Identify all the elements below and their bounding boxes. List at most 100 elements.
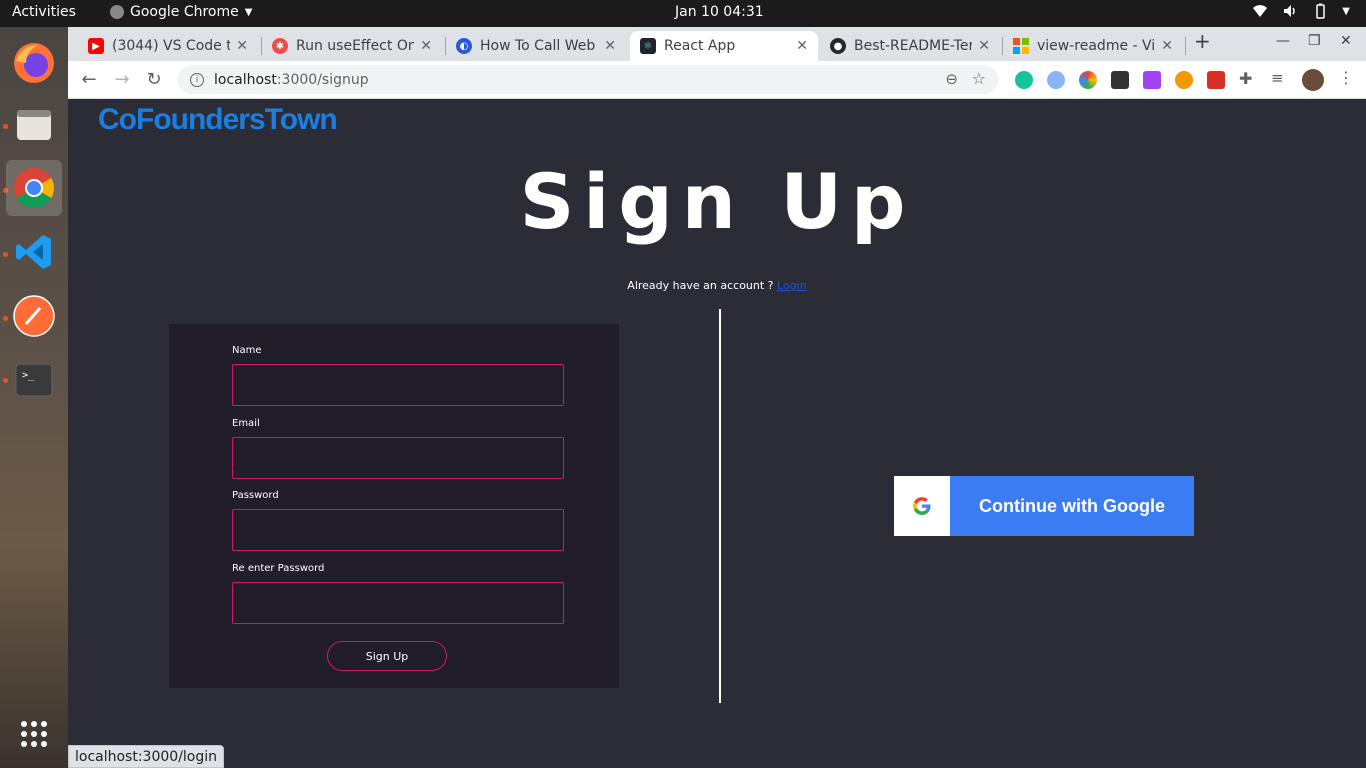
tab-title: Best-README-Ter — [854, 38, 973, 54]
name-label: Name — [232, 345, 262, 356]
dock: >_ — [0, 27, 68, 768]
avatar[interactable] — [1302, 69, 1324, 91]
terminal-launcher[interactable]: >_ — [6, 352, 62, 408]
pen-icon[interactable] — [1143, 71, 1161, 89]
wifi-icon — [1252, 3, 1268, 19]
tab-strip: ▶ (3044) VS Code tip ✕ ✱ Run useEffect O… — [68, 27, 1366, 61]
chrome-window: ▶ (3044) VS Code tip ✕ ✱ Run useEffect O… — [68, 27, 1366, 768]
microsoft-icon — [1013, 38, 1029, 54]
google-g-icon — [894, 476, 950, 536]
browser-toolbar: ← → ↻ i localhost:3000/signup ⊖ ☆ ✚ ≡ ⋮ — [68, 61, 1366, 99]
url-path: :3000/signup — [276, 71, 369, 88]
grammarly-icon[interactable] — [1015, 71, 1033, 89]
reenter-password-input[interactable] — [232, 582, 564, 624]
chrome-small-icon — [110, 5, 124, 19]
google-button-label: Continue with Google — [979, 495, 1165, 516]
address-bar[interactable]: i localhost:3000/signup ⊖ ☆ — [178, 65, 998, 94]
info-icon[interactable]: i — [190, 72, 204, 87]
app-grid-icon — [21, 721, 47, 747]
youtube-icon: ▶ — [88, 38, 104, 54]
firefox-launcher[interactable] — [6, 35, 62, 91]
files-launcher[interactable] — [6, 97, 62, 153]
close-window-button[interactable]: ✕ — [1340, 33, 1352, 49]
tab-youtube[interactable]: ▶ (3044) VS Code tip ✕ — [78, 31, 258, 61]
close-icon[interactable]: ✕ — [1161, 38, 1173, 54]
kebab-menu-icon[interactable]: ⋮ — [1338, 68, 1356, 87]
tab-separator — [1185, 37, 1186, 55]
page-content: CoFoundersTown Sign Up Already have an a… — [68, 99, 1366, 768]
extension-icon[interactable] — [1175, 71, 1193, 89]
battery-icon — [1312, 3, 1328, 19]
tab-title: Run useEffect On — [296, 38, 415, 54]
activities-button[interactable]: Activities — [12, 4, 76, 20]
signup-button[interactable]: Sign Up — [327, 641, 447, 671]
eyedropper-icon[interactable] — [1111, 71, 1129, 89]
postman-launcher[interactable] — [6, 288, 62, 344]
system-tray[interactable]: ▼ — [1252, 3, 1350, 19]
login-link[interactable]: Login — [777, 279, 807, 292]
clock[interactable]: Jan 10 04:31 — [675, 4, 764, 20]
minimize-button[interactable]: — — [1276, 33, 1290, 49]
name-input[interactable] — [232, 364, 564, 406]
restore-button[interactable]: ❐ — [1308, 33, 1321, 49]
status-bar-url: localhost:3000/login — [68, 745, 225, 768]
site-logo[interactable]: CoFoundersTown — [98, 103, 338, 137]
password-label: Password — [232, 490, 279, 501]
email-input[interactable] — [232, 437, 564, 479]
postman-icon — [13, 295, 55, 337]
close-icon[interactable]: ✕ — [978, 38, 990, 54]
react-icon: ⚛ — [640, 38, 656, 54]
chrome-icon — [14, 168, 54, 208]
terminal-icon: >_ — [15, 363, 53, 397]
url-text: localhost:3000/signup — [214, 72, 369, 88]
google-signin-button[interactable]: Continue with Google — [894, 476, 1194, 536]
reenter-password-label: Re enter Password — [232, 563, 325, 574]
vscode-launcher[interactable] — [6, 224, 62, 280]
volume-icon — [1282, 3, 1298, 19]
already-account-text: Already have an account ? — [627, 279, 774, 292]
bookmark-star-icon[interactable]: ☆ — [972, 69, 986, 88]
email-label: Email — [232, 418, 260, 429]
puzzle-icon[interactable]: ✚ — [1239, 69, 1257, 88]
reload-icon[interactable]: ↻ — [143, 69, 165, 90]
tab-title: React App — [664, 38, 736, 54]
close-icon[interactable]: ✕ — [796, 38, 808, 54]
tab-react-app[interactable]: ⚛ React App ✕ — [630, 31, 818, 61]
tab-title: How To Call Web A — [480, 38, 599, 54]
firefox-icon — [14, 43, 54, 83]
dev-icon: ◐ — [456, 38, 472, 54]
tab-best-readme[interactable]: ● Best-README-Ter ✕ — [820, 31, 1000, 61]
chrome-launcher[interactable] — [6, 160, 62, 216]
app-menu-label: Google Chrome — [130, 4, 239, 20]
page-title: Sign Up — [519, 157, 915, 246]
zoom-icon[interactable]: ⊖ — [945, 70, 958, 88]
files-icon — [17, 110, 51, 140]
close-icon[interactable]: ✕ — [604, 38, 616, 54]
app-menu[interactable]: Google Chrome ▼ — [110, 4, 252, 20]
svg-text:>_: >_ — [22, 370, 35, 381]
show-applications-button[interactable] — [6, 706, 62, 762]
already-account-line: Already have an account ? Login — [68, 279, 1366, 292]
color-picker-icon[interactable] — [1079, 71, 1097, 89]
signup-form: Name Email Password Re enter Password Si… — [169, 324, 619, 688]
extension-icon[interactable] — [1207, 71, 1225, 89]
tab-run-useeffect[interactable]: ✱ Run useEffect On ✕ — [262, 31, 442, 61]
tab-view-readme[interactable]: view-readme - Vis ✕ — [1003, 31, 1183, 61]
github-icon: ● — [830, 38, 846, 54]
new-tab-button[interactable]: + — [1194, 29, 1211, 53]
tab-title: (3044) VS Code tip — [112, 38, 231, 54]
tab-call-web-api[interactable]: ◐ How To Call Web A ✕ — [446, 31, 626, 61]
close-icon[interactable]: ✕ — [236, 38, 248, 54]
caret-down-icon: ▼ — [1342, 5, 1350, 17]
media-queue-icon[interactable]: ≡ — [1271, 69, 1289, 87]
back-icon[interactable]: ← — [78, 69, 100, 90]
url-host: localhost — [214, 71, 277, 88]
close-icon[interactable]: ✕ — [420, 38, 432, 54]
extension-icon[interactable] — [1047, 71, 1065, 89]
forward-icon[interactable]: → — [111, 69, 133, 90]
vertical-divider — [719, 309, 721, 703]
caret-down-icon: ▼ — [244, 6, 253, 18]
system-top-bar: Activities Google Chrome ▼ Jan 10 04:31 … — [0, 0, 1366, 27]
password-input[interactable] — [232, 509, 564, 551]
asterisk-icon: ✱ — [272, 38, 288, 54]
